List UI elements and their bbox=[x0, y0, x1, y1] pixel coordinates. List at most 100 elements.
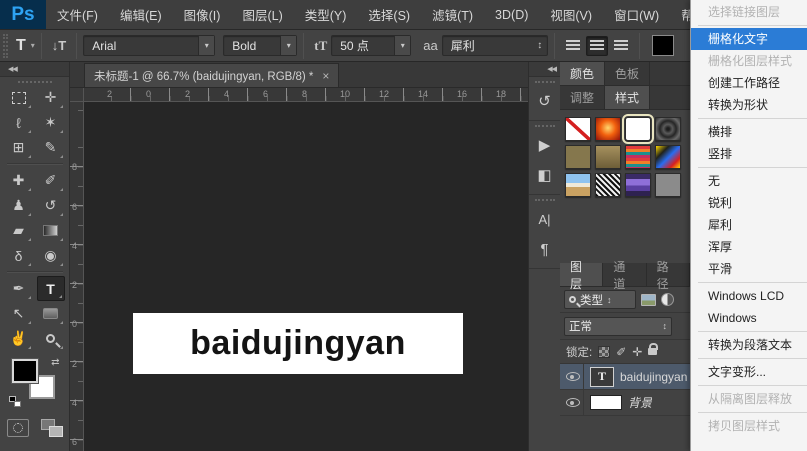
lock-position-icon[interactable]: ✛ bbox=[632, 345, 642, 359]
menu-file[interactable]: 文件(F) bbox=[46, 0, 109, 29]
3d-panel-icon[interactable]: ◧ bbox=[529, 160, 560, 190]
style-swatch-none[interactable] bbox=[565, 117, 591, 141]
menu-item-create-work-path[interactable]: 创建工作路径 bbox=[691, 72, 807, 94]
clone-stamp-tool[interactable]: ♟ bbox=[5, 193, 33, 218]
text-layer-artwork[interactable]: baidujingyan bbox=[133, 313, 463, 374]
visibility-toggle[interactable] bbox=[562, 390, 584, 415]
menu-item-vertical[interactable]: 竖排 bbox=[691, 143, 807, 165]
menu-select[interactable]: 选择(S) bbox=[357, 0, 421, 29]
tab-channels[interactable]: 通道 bbox=[603, 263, 646, 286]
screen-mode-button[interactable] bbox=[41, 419, 63, 437]
vertical-ruler[interactable]: 8 6 4 2 0 2 4 6 8 bbox=[70, 102, 84, 451]
menu-item-strong[interactable]: 浑厚 bbox=[691, 236, 807, 258]
menu-image[interactable]: 图像(I) bbox=[173, 0, 232, 29]
menu-item-smooth[interactable]: 平滑 bbox=[691, 258, 807, 280]
menu-filter[interactable]: 滤镜(T) bbox=[421, 0, 484, 29]
style-swatch-stripes[interactable] bbox=[625, 145, 651, 169]
eyedropper-tool[interactable]: ✎ bbox=[37, 135, 65, 160]
style-swatch-noise[interactable] bbox=[595, 173, 621, 197]
updown-arrows-icon[interactable]: ↕ bbox=[533, 40, 547, 51]
align-center-button[interactable] bbox=[586, 36, 608, 56]
text-orientation-icon[interactable]: ↓T bbox=[48, 36, 70, 55]
style-swatch-tan[interactable] bbox=[595, 145, 621, 169]
filter-adjustment-layers-icon[interactable] bbox=[661, 293, 674, 306]
actions-panel-icon[interactable]: ▶ bbox=[529, 130, 560, 160]
tab-adjustments[interactable]: 调整 bbox=[560, 86, 605, 109]
menu-layer[interactable]: 图层(L) bbox=[231, 0, 293, 29]
default-colors-icon[interactable] bbox=[9, 396, 21, 407]
style-swatch-dark-cone[interactable] bbox=[655, 117, 681, 141]
layer-row-text[interactable]: T baidujingyan bbox=[560, 364, 690, 390]
tab-layers[interactable]: 图层 bbox=[560, 263, 603, 286]
dropdown-arrow-icon[interactable]: ▾ bbox=[394, 36, 410, 55]
filter-pixel-layers-icon[interactable] bbox=[641, 294, 656, 306]
history-panel-icon[interactable]: ↺ bbox=[529, 86, 560, 116]
layer-name[interactable]: 背景 bbox=[628, 394, 652, 411]
brush-tool[interactable]: ✐ bbox=[37, 168, 65, 193]
horizontal-ruler[interactable]: 2 0 2 4 6 8 10 12 14 16 18 bbox=[84, 88, 528, 102]
background-layer-thumbnail[interactable] bbox=[590, 395, 622, 410]
layer-name[interactable]: baidujingyan bbox=[620, 370, 687, 384]
anti-alias-select[interactable]: 犀利 ↕ bbox=[442, 35, 548, 56]
menu-window[interactable]: 窗口(W) bbox=[603, 0, 670, 29]
type-tool[interactable]: T bbox=[37, 276, 65, 301]
lasso-tool[interactable]: ℓ bbox=[5, 110, 33, 135]
hand-tool[interactable]: ✌ bbox=[5, 326, 33, 351]
panels-collapse-icon[interactable]: ◀◀ bbox=[529, 62, 560, 77]
text-layer-thumbnail[interactable]: T bbox=[590, 367, 614, 387]
menu-item-horizontal[interactable]: 横排 bbox=[691, 121, 807, 143]
lock-transparency-icon[interactable] bbox=[598, 346, 610, 358]
lock-all-icon[interactable] bbox=[648, 348, 657, 355]
tab-styles[interactable]: 样式 bbox=[605, 86, 650, 109]
move-tool[interactable]: ✛ bbox=[37, 85, 65, 110]
menu-item-convert-to-shape[interactable]: 转换为形状 bbox=[691, 94, 807, 116]
menu-item-warp-text[interactable]: 文字变形... bbox=[691, 361, 807, 383]
tab-color[interactable]: 颜色 bbox=[560, 62, 605, 85]
menu-edit[interactable]: 编辑(E) bbox=[109, 0, 173, 29]
layer-row-background[interactable]: 背景 bbox=[560, 390, 690, 416]
style-swatch-white-rounded[interactable] bbox=[625, 117, 651, 141]
visibility-toggle[interactable] bbox=[562, 364, 584, 389]
layer-filter-select[interactable]: 类型 ↕ bbox=[564, 290, 636, 309]
type-tool-preset-icon[interactable]: T bbox=[12, 35, 30, 57]
tab-paths[interactable]: 路径 bbox=[647, 263, 690, 286]
style-swatch-purple[interactable] bbox=[625, 173, 651, 197]
dropdown-arrow-icon[interactable]: ▾ bbox=[198, 36, 214, 55]
tool-preset-dropdown-icon[interactable]: ▾ bbox=[31, 41, 35, 50]
menu-type[interactable]: 类型(Y) bbox=[294, 0, 358, 29]
menu-item-sharp[interactable]: 锐利 bbox=[691, 192, 807, 214]
menu-3d[interactable]: 3D(D) bbox=[484, 0, 539, 29]
style-swatch-olive[interactable] bbox=[565, 145, 591, 169]
foreground-color-swatch[interactable] bbox=[12, 359, 38, 383]
panel-grip[interactable] bbox=[535, 81, 555, 83]
rectangular-marquee-tool[interactable] bbox=[5, 85, 33, 110]
menu-item-windows-lcd[interactable]: Windows LCD bbox=[691, 285, 807, 307]
swap-colors-icon[interactable]: ⇄ bbox=[51, 357, 59, 368]
font-style-select[interactable]: Bold ▾ bbox=[223, 35, 297, 56]
dodge-tool[interactable]: ◉ bbox=[37, 243, 65, 268]
shape-tool[interactable] bbox=[37, 301, 65, 326]
blur-tool[interactable]: δ bbox=[5, 243, 33, 268]
tools-collapse-icon[interactable]: ◀◀ bbox=[0, 62, 69, 77]
document-tab[interactable]: 未标题-1 @ 66.7% (baidujingyan, RGB/8) * × bbox=[84, 63, 339, 87]
menu-view[interactable]: 视图(V) bbox=[539, 0, 603, 29]
history-brush-tool[interactable]: ↺ bbox=[37, 193, 65, 218]
gradient-tool[interactable] bbox=[37, 218, 65, 243]
pen-tool[interactable]: ✒ bbox=[5, 276, 33, 301]
menu-item-convert-to-paragraph-text[interactable]: 转换为段落文本 bbox=[691, 334, 807, 356]
options-grip[interactable] bbox=[3, 34, 8, 58]
blend-mode-select[interactable]: 正常 ↕ bbox=[564, 317, 672, 336]
crop-tool[interactable]: ⊞ bbox=[5, 135, 33, 160]
font-size-select[interactable]: 50 点 ▾ bbox=[331, 35, 411, 56]
style-swatch-red-glow[interactable] bbox=[595, 117, 621, 141]
menu-item-crisp[interactable]: 犀利 bbox=[691, 214, 807, 236]
style-swatch-multicolor[interactable] bbox=[655, 145, 681, 169]
zoom-tool[interactable] bbox=[37, 326, 65, 351]
panel-grip[interactable] bbox=[535, 125, 555, 127]
align-right-button[interactable] bbox=[610, 36, 632, 56]
tools-grip[interactable] bbox=[18, 81, 52, 83]
lock-paint-icon[interactable]: ✐ bbox=[616, 345, 626, 359]
menu-item-rasterize-type[interactable]: 栅格化文字 bbox=[691, 28, 807, 50]
panel-grip[interactable] bbox=[535, 199, 555, 201]
character-panel-icon[interactable]: A| bbox=[529, 204, 560, 234]
